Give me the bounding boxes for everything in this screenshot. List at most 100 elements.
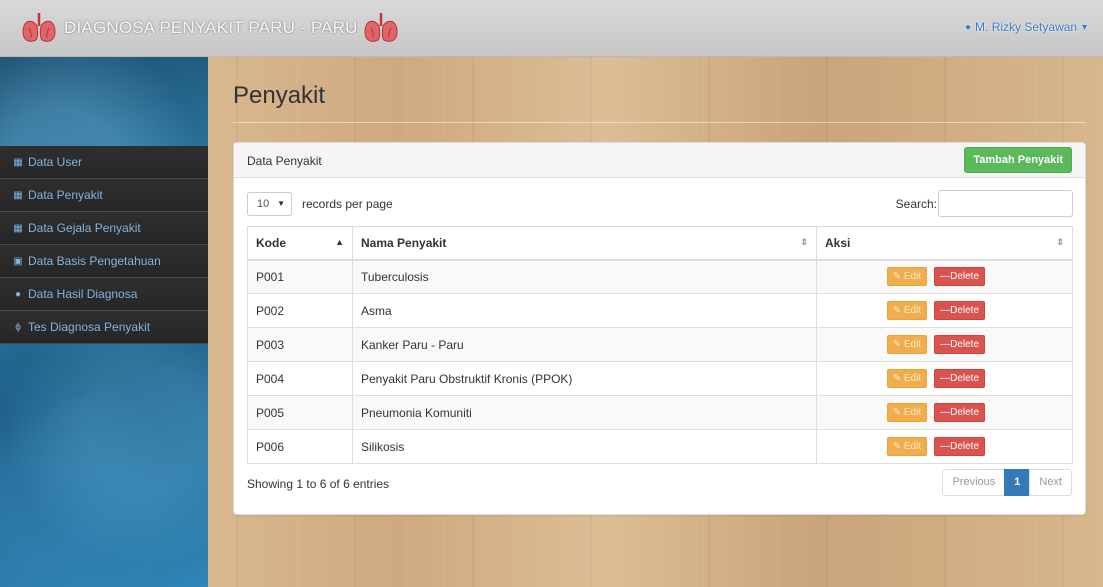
cell-nama: Tuberculosis <box>352 259 817 294</box>
edit-icon: ✎ <box>892 407 902 418</box>
lungs-icon <box>22 13 56 42</box>
cell-aksi: ✎ Edit —Delete <box>816 429 1073 464</box>
column-header-aksi[interactable]: Aksi ⇕ <box>816 226 1073 261</box>
camera-icon: ▣ <box>13 255 23 267</box>
add-penyakit-button[interactable]: Tambah Penyakit <box>964 147 1072 173</box>
delete-button[interactable]: —Delete <box>934 335 985 354</box>
sidebar-item-label: Tes Diagnosa Penyakit <box>28 319 151 334</box>
cell-nama: Silikosis <box>352 429 817 464</box>
stethoscope-icon: ϕ <box>15 321 21 333</box>
delete-button[interactable]: —Delete <box>934 369 985 388</box>
edit-button[interactable]: ✎ Edit <box>886 335 928 354</box>
sort-icon: ⇕ <box>800 237 808 247</box>
table-info: Showing 1 to 6 of 6 entries <box>247 477 390 491</box>
sort-asc-icon: ▲ <box>335 237 344 247</box>
cell-nama: Penyakit Paru Obstruktif Kronis (PPOK) <box>352 361 817 396</box>
cell-kode: P002 <box>247 293 353 328</box>
page-title: Penyakit <box>233 82 326 109</box>
edit-button[interactable]: ✎ Edit <box>886 301 928 320</box>
sidebar-item-data-penyakit[interactable]: ▦ Data Penyakit <box>0 179 208 212</box>
cell-aksi: ✎ Edit —Delete <box>816 395 1073 430</box>
table-row: P004 Penyakit Paru Obstruktif Kronis (PP… <box>247 361 1073 396</box>
edit-icon: ✎ <box>892 441 902 452</box>
cell-kode: P001 <box>247 259 353 294</box>
panel-heading: Data Penyakit Tambah Penyakit <box>234 143 1085 178</box>
table-header-row: Kode ▲ Nama Penyakit ⇕ Aksi ⇕ <box>247 226 1073 261</box>
search-input[interactable] <box>938 190 1073 217</box>
edit-button[interactable]: ✎ Edit <box>886 267 928 287</box>
sidebar-item-label: Data Gejala Penyakit <box>28 220 141 235</box>
minus-icon: — <box>940 339 951 350</box>
page-length-value: 10 <box>257 198 270 210</box>
minus-icon: — <box>940 441 951 452</box>
cell-kode: P005 <box>247 395 353 430</box>
cell-kode: P004 <box>247 361 353 396</box>
sidebar-item-hasil-diagnosa[interactable]: ● Data Hasil Diagnosa <box>0 278 208 311</box>
sidebar-item-label: Data Hasil Diagnosa <box>28 286 138 301</box>
pagination-previous[interactable]: Previous <box>942 469 1006 496</box>
minus-icon: — <box>940 271 951 283</box>
sidebar-item-label: Data User <box>28 154 83 169</box>
data-panel: Data Penyakit Tambah Penyakit 10 ▼ recor… <box>233 142 1086 515</box>
table-icon: ▦ <box>13 156 23 168</box>
cell-aksi: ✎ Edit —Delete <box>816 327 1073 362</box>
edit-button[interactable]: ✎ Edit <box>886 369 928 388</box>
minus-icon: — <box>940 373 951 384</box>
cell-nama: Asma <box>352 293 817 328</box>
top-navbar: DIAGNOSA PENYAKIT PARU - PARU ● M. Rizky… <box>0 0 1103 57</box>
edit-icon: ✎ <box>892 271 902 283</box>
title-divider <box>233 122 1086 123</box>
cell-aksi: ✎ Edit —Delete <box>816 293 1073 328</box>
table-row: P002 Asma ✎ Edit —Delete <box>247 293 1073 328</box>
lungs-icon <box>364 13 398 42</box>
sidebar-item-label: Data Penyakit <box>28 187 103 202</box>
table-controls: 10 ▼ records per page Search: <box>247 190 1073 218</box>
edit-icon: ✎ <box>892 373 902 384</box>
cell-aksi: ✎ Edit —Delete <box>816 361 1073 396</box>
delete-button[interactable]: —Delete <box>934 301 985 320</box>
column-header-nama[interactable]: Nama Penyakit ⇕ <box>352 226 817 261</box>
cell-aksi: ✎ Edit —Delete <box>816 259 1073 294</box>
sidebar-menu: ▦ Data User ▦ Data Penyakit ▦ Data Gejal… <box>0 146 208 344</box>
delete-button[interactable]: —Delete <box>934 267 985 287</box>
delete-button[interactable]: —Delete <box>934 403 985 422</box>
search-label: Search: <box>895 197 937 211</box>
sidebar-item-tes-diagnosa[interactable]: ϕ Tes Diagnosa Penyakit <box>0 311 208 344</box>
table-icon: ▦ <box>13 222 23 234</box>
sidebar-item-label: Data Basis Pengetahuan <box>28 253 161 268</box>
edit-button[interactable]: ✎ Edit <box>886 403 928 422</box>
user-icon: ● <box>965 21 972 33</box>
users-icon: ● <box>14 288 22 300</box>
cell-nama: Pneumonia Komuniti <box>352 395 817 430</box>
edit-icon: ✎ <box>892 305 902 316</box>
edit-icon: ✎ <box>892 339 902 350</box>
page-length-select[interactable]: 10 ▼ <box>247 192 292 216</box>
sidebar-item-data-user[interactable]: ▦ Data User <box>0 146 208 179</box>
pagination-next[interactable]: Next <box>1029 469 1072 496</box>
page-length-label: records per page <box>302 197 393 211</box>
cell-kode: P003 <box>247 327 353 362</box>
delete-button[interactable]: —Delete <box>934 437 985 456</box>
table-icon: ▦ <box>13 189 23 201</box>
minus-icon: — <box>940 305 951 316</box>
edit-button[interactable]: ✎ Edit <box>886 437 928 456</box>
user-name: M. Rizky Setyawan <box>975 20 1078 34</box>
brand-title: DIAGNOSA PENYAKIT PARU - PARU <box>64 18 358 37</box>
sidebar-item-basis-pengetahuan[interactable]: ▣ Data Basis Pengetahuan <box>0 245 208 278</box>
pagination: Previous 1 Next <box>942 469 1072 496</box>
cell-nama: Kanker Paru - Paru <box>352 327 817 362</box>
table-row: P006 Silikosis ✎ Edit —Delete <box>247 429 1073 464</box>
table-row: P003 Kanker Paru - Paru ✎ Edit —Delete <box>247 327 1073 362</box>
user-dropdown[interactable]: ● M. Rizky Setyawan ▼ <box>965 20 1089 34</box>
sort-icon: ⇕ <box>1056 237 1064 247</box>
brand[interactable]: DIAGNOSA PENYAKIT PARU - PARU <box>20 10 400 46</box>
sidebar-item-data-gejala[interactable]: ▦ Data Gejala Penyakit <box>0 212 208 245</box>
table-row: P001 Tuberculosis ✎ Edit —Delete <box>247 259 1073 294</box>
cell-kode: P006 <box>247 429 353 464</box>
penyakit-table: Kode ▲ Nama Penyakit ⇕ Aksi ⇕ P001 Tuber… <box>247 226 1073 464</box>
minus-icon: — <box>940 407 951 418</box>
column-header-kode[interactable]: Kode ▲ <box>247 226 353 261</box>
pagination-page-1[interactable]: 1 <box>1004 469 1031 496</box>
sidebar: ▦ Data User ▦ Data Penyakit ▦ Data Gejal… <box>0 57 208 587</box>
chevron-down-icon: ▼ <box>277 199 285 208</box>
